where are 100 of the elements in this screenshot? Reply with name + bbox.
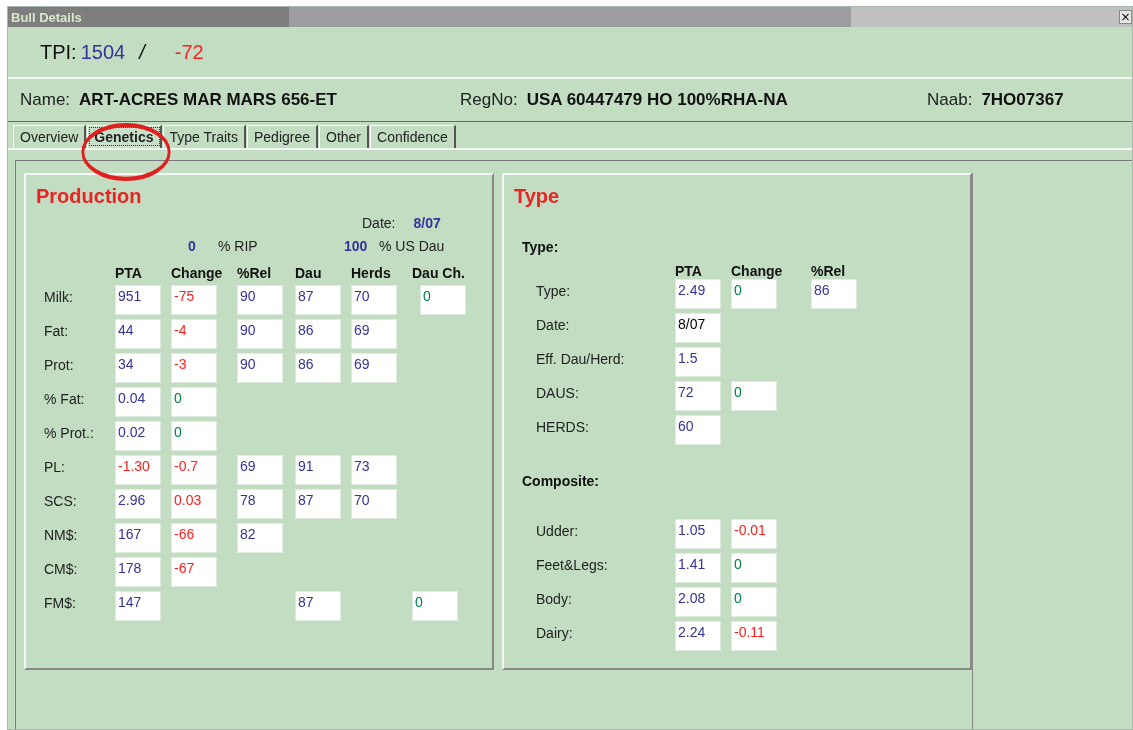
value-field: 8/07: [675, 313, 721, 343]
field-value: ART-ACRES MAR MARS 656-ET: [79, 90, 337, 110]
field-label: Naab:: [927, 90, 973, 110]
row-label: Type:: [535, 282, 572, 301]
row-label: Eff. Dau/Herd:: [535, 350, 626, 369]
row-label: Milk:: [43, 288, 74, 305]
row-label: Fat:: [43, 322, 70, 339]
value-field: 87: [295, 591, 341, 621]
value-field: -0.01: [731, 519, 777, 549]
column-header: %Rel: [811, 263, 847, 279]
value-field: 0.02: [115, 421, 161, 451]
row-label: NM$:: [43, 526, 79, 543]
section-title: Production: [36, 185, 143, 209]
field-value: 7HO07367: [981, 90, 1064, 110]
row-label: HERDS:: [535, 418, 590, 437]
value-field: 70: [351, 489, 397, 519]
date-value: 8/07: [413, 214, 441, 231]
window-title: Bull Details: [10, 9, 82, 25]
row-label: Udder:: [535, 522, 580, 541]
value-field: 0.03: [171, 489, 217, 519]
value-field: 1.05: [675, 519, 721, 549]
value-field: 78: [237, 489, 283, 519]
tab[interactable]: Other: [319, 125, 370, 148]
row-label: SCS:: [43, 492, 78, 509]
value-field: 0: [731, 553, 777, 583]
value-field: 90: [237, 353, 283, 383]
value-field: -75: [171, 285, 217, 315]
value-field: 60: [675, 415, 721, 445]
row-label: DAUS:: [535, 384, 580, 403]
row-label: Dairy:: [535, 624, 574, 643]
value-field: 2.96: [115, 489, 161, 519]
us-dau-label: % US Dau: [379, 237, 445, 254]
value-field: 87: [295, 285, 341, 315]
column-header: PTA: [675, 263, 703, 279]
row-label: Prot:: [43, 356, 75, 373]
column-header: Change: [731, 263, 784, 279]
row-label: PL:: [43, 458, 66, 475]
tab[interactable]: Confidence: [370, 125, 456, 148]
value-field: 0: [171, 387, 217, 417]
field-label: RegNo:: [460, 90, 518, 110]
value-field: 70: [351, 285, 397, 315]
row-label: Body:: [535, 590, 573, 609]
value-field: 1.5: [675, 347, 721, 377]
value-field: -66: [171, 523, 217, 553]
field-label: Name:: [20, 90, 71, 110]
column-header: PTA: [115, 265, 143, 283]
value-field: 69: [351, 319, 397, 349]
close-button[interactable]: ×: [1119, 10, 1132, 24]
row-label: Date:: [535, 316, 571, 335]
value-field: 34: [115, 353, 161, 383]
value-field: 86: [295, 319, 341, 349]
value-field: 167: [115, 523, 161, 553]
rip-label: % RIP: [218, 237, 259, 254]
value-field: 0: [731, 279, 777, 309]
value-field: 91: [295, 455, 341, 485]
row-label: Feet&Legs:: [535, 556, 609, 575]
value-field: 2.24: [675, 621, 721, 651]
value-field: 0: [171, 421, 217, 451]
date-label: Date:: [362, 214, 396, 231]
row-label: % Fat:: [43, 390, 86, 407]
tab[interactable]: Overview: [13, 125, 87, 148]
rip-value: 0: [188, 237, 197, 254]
section-title: Type: [514, 185, 561, 209]
value-field: -0.7: [171, 455, 217, 485]
column-header: Dau: [295, 265, 323, 283]
value-field: 82: [237, 523, 283, 553]
tab[interactable]: Type Traits: [162, 125, 246, 148]
column-header: Herds: [351, 265, 392, 283]
tpi-value: 1504: [80, 40, 126, 64]
value-field: 147: [115, 591, 161, 621]
row-label: FM$:: [43, 594, 77, 611]
value-field: 90: [237, 285, 283, 315]
column-header: Change: [171, 265, 224, 283]
section-heading: Composite:: [521, 473, 600, 489]
value-field: 86: [811, 279, 857, 309]
row-label: % Prot.:: [43, 424, 95, 441]
value-field: -3: [171, 353, 217, 383]
value-field: 69: [351, 353, 397, 383]
value-field: 0: [731, 587, 777, 617]
value-field: 0.04: [115, 387, 161, 417]
value-field: 0: [420, 285, 466, 315]
value-field: 44: [115, 319, 161, 349]
value-field: -67: [171, 557, 217, 587]
value-field: -1.30: [115, 455, 161, 485]
section-heading: Type:: [521, 239, 560, 255]
value-field: 69: [237, 455, 283, 485]
tpi-change: -72: [174, 40, 204, 64]
value-field: 1.41: [675, 553, 721, 583]
tpi-label: TPI:: [40, 40, 77, 64]
separator-slash: /: [139, 40, 145, 64]
value-field: 72: [675, 381, 721, 411]
field-value: USA 60447479 HO 100%RHA-NA: [526, 90, 788, 110]
value-field: 178: [115, 557, 161, 587]
value-field: -4: [171, 319, 217, 349]
value-field: 2.08: [675, 587, 721, 617]
column-header: %Rel: [237, 265, 273, 283]
tab[interactable]: Pedigree: [246, 125, 318, 148]
value-field: 951: [115, 285, 161, 315]
us-dau-value: 100: [344, 237, 369, 254]
value-field: 86: [295, 353, 341, 383]
